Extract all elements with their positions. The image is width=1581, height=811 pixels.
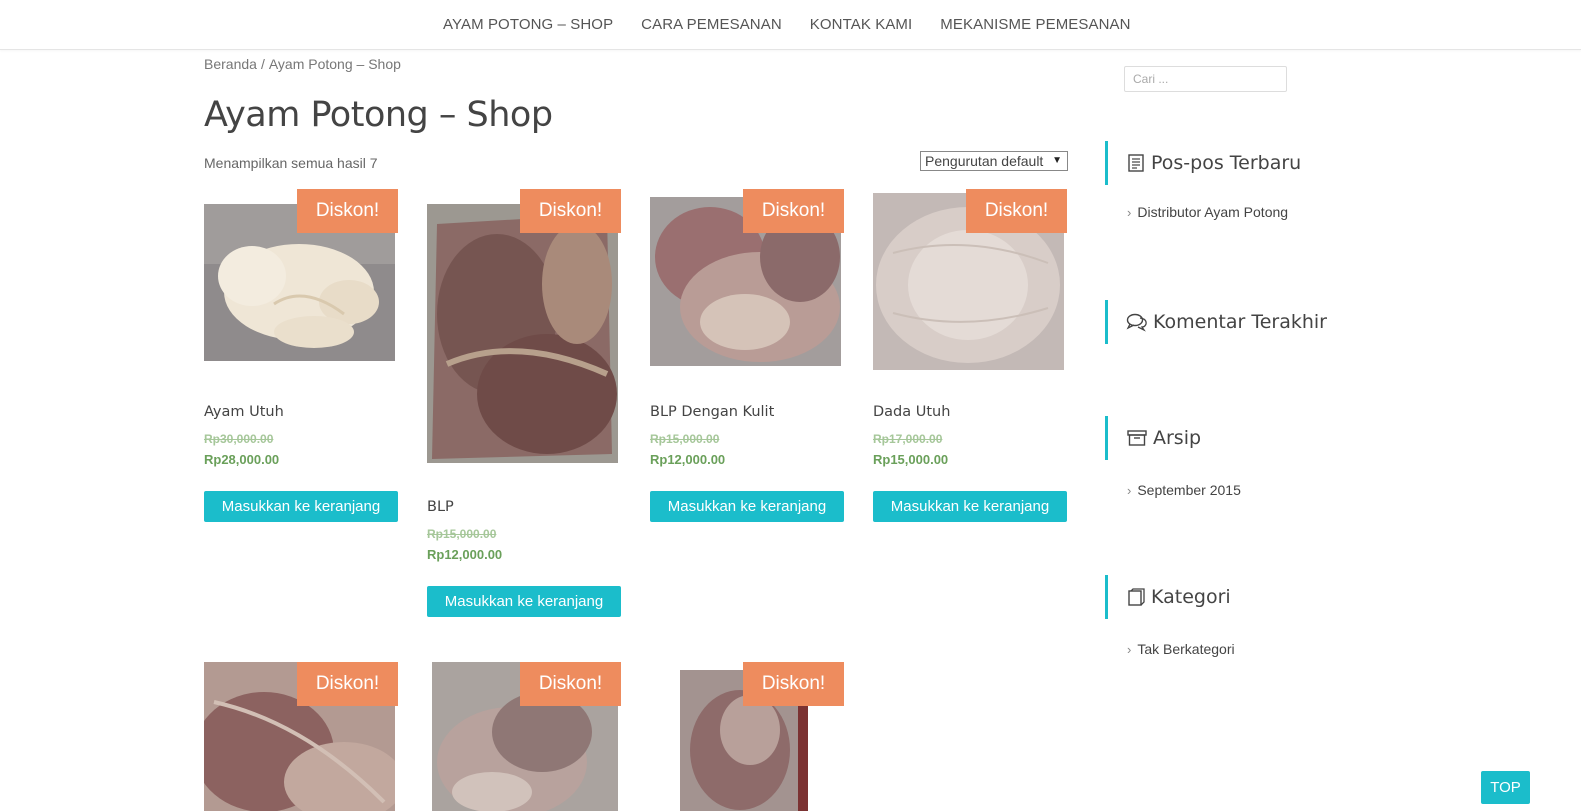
product-new-price: Rp28,000.00: [204, 452, 280, 467]
breadcrumb-current: Ayam Potong – Shop: [268, 56, 401, 72]
product-card-7: Diskon!: [650, 662, 844, 811]
page-title: Ayam Potong – Shop: [204, 95, 553, 135]
breadcrumb-separator: /: [260, 56, 265, 72]
comments-icon: [1126, 313, 1147, 332]
widget-header: Komentar Terakhir: [1105, 300, 1405, 344]
product-new-price: Rp12,000.00: [427, 547, 503, 562]
product-new-price: Rp12,000.00: [650, 452, 726, 467]
widget-header: Kategori: [1105, 575, 1405, 619]
discount-badge: Diskon!: [297, 189, 398, 233]
widget-categories: Kategori › Tak Berkategori: [1105, 575, 1405, 657]
product-card-dada-utuh: Diskon! Dada Utuh Rp17,000.00 Rp15,000.0…: [873, 189, 1067, 529]
widget-archives: Arsip › September 2015: [1105, 416, 1405, 498]
product-name[interactable]: BLP: [427, 499, 454, 515]
chevron-right-icon: ›: [1127, 204, 1132, 220]
product-old-price: Rp15,000.00: [427, 527, 497, 541]
sort-selected-value: Pengurutan default: [925, 153, 1044, 169]
product-card-ayam-utuh: Diskon! Ayam Utuh Rp30,000.00 Rp28,000.0…: [204, 189, 398, 529]
product-name[interactable]: Ayam Utuh: [204, 404, 284, 420]
product-card-blp: Diskon! BLP Rp15,000.00 Rp12,000.00 Masu…: [427, 189, 621, 629]
breadcrumb: Beranda / Ayam Potong – Shop: [204, 56, 401, 72]
add-to-cart-button[interactable]: Masukkan ke keranjang: [427, 586, 621, 617]
widget-list-item[interactable]: › Distributor Ayam Potong: [1105, 204, 1405, 220]
top-navigation: AYAM POTONG – SHOP CARA PEMESANAN KONTAK…: [0, 0, 1581, 50]
widget-link[interactable]: Tak Berkategori: [1137, 641, 1234, 657]
result-count: Menampilkan semua hasil 7: [204, 155, 378, 171]
add-to-cart-button[interactable]: Masukkan ke keranjang: [650, 491, 844, 522]
search-input[interactable]: Cari ...: [1124, 66, 1287, 92]
discount-badge: Diskon!: [966, 189, 1067, 233]
chevron-right-icon: ›: [1127, 641, 1132, 657]
sort-select[interactable]: Pengurutan default ▼: [920, 151, 1068, 171]
dropdown-arrow-icon: ▼: [1052, 155, 1062, 166]
product-old-price: Rp30,000.00: [204, 432, 274, 446]
widget-list-item[interactable]: › September 2015: [1105, 482, 1405, 498]
product-card-6: Diskon!: [427, 662, 621, 811]
product-card-blp-dengan-kulit: Diskon! BLP Dengan Kulit Rp15,000.00 Rp1…: [650, 189, 844, 529]
widget-title: Kategori: [1151, 586, 1231, 608]
widget-header: Arsip: [1105, 416, 1405, 460]
product-new-price: Rp15,000.00: [873, 452, 949, 467]
widget-header: Pos-pos Terbaru: [1105, 141, 1405, 185]
widget-title: Komentar Terakhir: [1153, 311, 1327, 333]
nav-menu: AYAM POTONG – SHOP CARA PEMESANAN KONTAK…: [429, 0, 1145, 48]
nav-item-mekanisme-pemesanan[interactable]: MEKANISME PEMESANAN: [940, 16, 1130, 33]
discount-badge: Diskon!: [743, 189, 844, 233]
add-to-cart-button[interactable]: Masukkan ke keranjang: [873, 491, 1067, 522]
chevron-right-icon: ›: [1127, 482, 1132, 498]
document-icon: [1128, 154, 1144, 172]
discount-badge: Diskon!: [520, 662, 621, 706]
discount-badge: Diskon!: [297, 662, 398, 706]
add-to-cart-button[interactable]: Masukkan ke keranjang: [204, 491, 398, 522]
widget-recent-comments: Komentar Terakhir: [1105, 300, 1405, 344]
nav-item-shop[interactable]: AYAM POTONG – SHOP: [443, 16, 613, 33]
product-name[interactable]: BLP Dengan Kulit: [650, 404, 774, 420]
widget-link[interactable]: Distributor Ayam Potong: [1137, 204, 1288, 220]
discount-badge: Diskon!: [520, 189, 621, 233]
nav-item-kontak-kami[interactable]: KONTAK KAMI: [810, 16, 913, 33]
widget-title: Arsip: [1153, 427, 1202, 449]
discount-badge: Diskon!: [743, 662, 844, 706]
widget-title: Pos-pos Terbaru: [1151, 152, 1302, 174]
scroll-to-top-button[interactable]: TOP: [1481, 771, 1530, 804]
product-image[interactable]: [427, 204, 618, 463]
widget-list-item[interactable]: › Tak Berkategori: [1105, 641, 1405, 657]
nav-item-cara-pemesanan[interactable]: CARA PEMESANAN: [641, 16, 782, 33]
book-icon: [1128, 588, 1145, 606]
product-old-price: Rp17,000.00: [873, 432, 943, 446]
breadcrumb-home-link[interactable]: Beranda: [204, 56, 257, 72]
widget-link[interactable]: September 2015: [1137, 482, 1241, 498]
widget-recent-posts: Pos-pos Terbaru › Distributor Ayam Poton…: [1105, 141, 1405, 220]
product-name[interactable]: Dada Utuh: [873, 404, 950, 420]
product-old-price: Rp15,000.00: [650, 432, 720, 446]
product-card-5: Diskon!: [204, 662, 398, 811]
archive-icon: [1127, 430, 1147, 446]
